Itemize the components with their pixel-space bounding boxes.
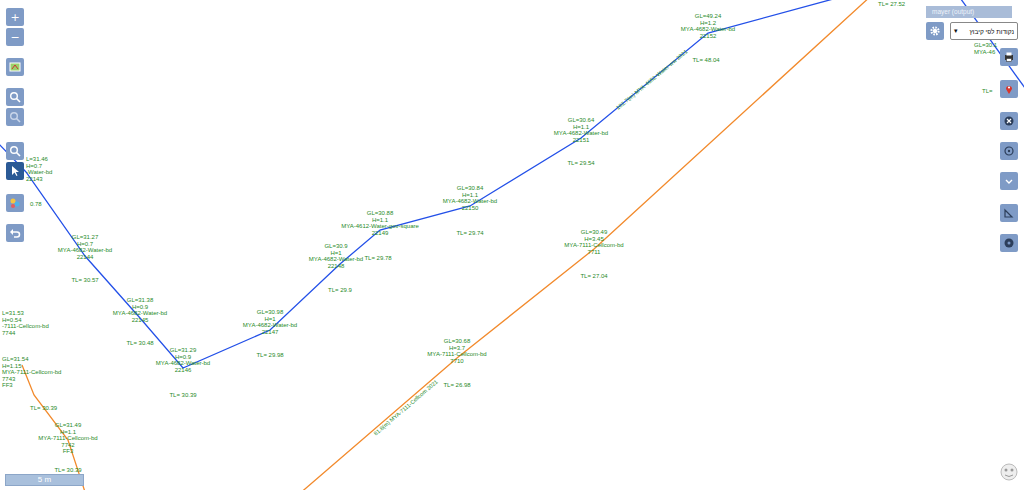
tool-button[interactable] <box>1000 172 1018 190</box>
node-label[interactable]: GL=30.84H=1.1MYA-4682-Water-bd22150 <box>443 185 497 211</box>
tl-label: TL= 48.04 <box>692 57 719 64</box>
node-label[interactable]: GL=31.38H=0.9MYA-4682-Water-bd22145 <box>113 297 167 323</box>
cursor-icon <box>9 165 21 177</box>
pipe-network <box>0 0 1024 490</box>
help-icon <box>1003 237 1015 249</box>
map-canvas[interactable]: 102.7(m) MYA-4682-Water-ww 2021 81.8(m) M… <box>0 0 1024 490</box>
tool-button[interactable] <box>1000 48 1018 66</box>
zoom-icon <box>9 111 21 123</box>
pipe-label: 81.8(m) MYA-7111-Cellcom 2021 <box>373 379 440 438</box>
node-label[interactable]: L=31.53H=0.54-7111-Cellcom-bd7744 <box>2 310 49 336</box>
tl-label: TL= 29.78 <box>364 255 391 262</box>
tl-label: TL= 30.48 <box>126 340 153 347</box>
node-label[interactable]: GL=30.9H=1MYA-4682-Water-bd22148 <box>309 243 363 269</box>
tl-label: TL= <box>982 88 993 95</box>
node-label[interactable]: GL=30.49H=3.45MYA-7111-Cellcom-bd7711 <box>564 229 623 255</box>
tl-label: TL= 30.39 <box>30 405 57 412</box>
node-label[interactable]: GL=30.98H=1MYA-4682-Water-bd22147 <box>243 309 297 335</box>
zoom-icon <box>9 145 21 157</box>
measure-icon <box>1003 207 1015 219</box>
node-label[interactable]: GL=31.29H=0.9MYA-4682-Water-bd22146 <box>156 347 210 373</box>
pin-icon <box>1003 83 1015 95</box>
gear-icon <box>929 25 941 37</box>
tl-label: TL= 29.9 <box>328 287 352 294</box>
left-toolbar: +− <box>6 8 24 242</box>
info-icon <box>1003 145 1015 157</box>
node-label[interactable]: GL=31.27H=0.7MYA-4682-Water-bd22144 <box>58 234 112 260</box>
tool-button[interactable] <box>1000 80 1018 98</box>
settings-button[interactable] <box>926 22 944 40</box>
tool-button[interactable] <box>1000 204 1018 222</box>
map-icon <box>9 61 21 73</box>
node-label[interactable]: GL=30.1MYA-46 <box>974 42 997 55</box>
tool-button[interactable] <box>1000 142 1018 160</box>
pipe-line[interactable] <box>0 0 848 368</box>
scale-bar: 5 m <box>5 474 84 486</box>
node-label[interactable]: GL=31.49H=1.1MYA-7111-Cellcom-bd7742FF3 <box>38 422 97 455</box>
tool-button[interactable] <box>6 224 24 242</box>
tl-label: TL= 29.54 <box>567 160 594 167</box>
down-icon <box>1003 175 1015 187</box>
tl-label: TL= 29.74 <box>456 230 483 237</box>
layer-title: mayer (output) <box>926 6 1012 18</box>
pipe-label: 102.7(m) MYA-4682-Water-ww 2021 <box>615 48 689 111</box>
group-dropdown[interactable]: ▾נקודות לפי קיבוץ <box>950 22 1018 40</box>
node-label[interactable]: GL=30.68H=3.7MYA-7111-Cellcom-bd7710 <box>427 338 486 364</box>
undo-icon <box>9 227 21 239</box>
clear-icon <box>1003 115 1015 127</box>
layers-icon <box>9 197 21 209</box>
tool-button[interactable] <box>6 58 24 76</box>
node-label[interactable]: GL=31.54H=1.15MYA-7111-Cellcom-bd7743FF3 <box>2 356 61 389</box>
tl-label: 0.78 <box>30 201 42 208</box>
tl-label: TL= 30.39 <box>54 467 81 474</box>
logo-icon <box>998 461 1020 483</box>
tl-label: TL= 30.57 <box>71 277 98 284</box>
node-label[interactable]: GL=30.88H=1.1MYA-4612-Water-gov-square22… <box>341 210 419 236</box>
printer-icon <box>1003 51 1015 63</box>
tool-button[interactable]: + <box>6 8 24 26</box>
zoom-icon <box>9 91 21 103</box>
tool-button[interactable] <box>6 108 24 126</box>
tl-label: TL= 27.52 <box>878 1 905 8</box>
tool-button[interactable] <box>6 88 24 106</box>
tl-label: TL= 29.98 <box>256 352 283 359</box>
tool-button[interactable]: − <box>6 28 24 46</box>
tool-button[interactable] <box>6 162 24 180</box>
tool-button[interactable] <box>6 194 24 212</box>
tool-button[interactable] <box>1000 234 1018 252</box>
tl-label: TL= 26.98 <box>443 382 470 389</box>
node-label[interactable]: L=31.46H=0.7-Water-bd22143 <box>26 156 52 182</box>
tl-label: TL= 30.39 <box>169 392 196 399</box>
node-label[interactable]: GL=30.64H=1.1MYA-4682-Water-bd22151 <box>554 117 608 143</box>
tool-button[interactable] <box>6 142 24 160</box>
pipe-line[interactable] <box>298 0 872 490</box>
node-label[interactable]: GL=49.24H=1.2MYA-4682-Water-bd22152 <box>681 13 735 39</box>
layer-panel: mayer (output) ▾נקודות לפי קיבוץ <box>926 6 1018 40</box>
tool-button[interactable] <box>1000 112 1018 130</box>
tl-label: TL= 27.04 <box>580 273 607 280</box>
